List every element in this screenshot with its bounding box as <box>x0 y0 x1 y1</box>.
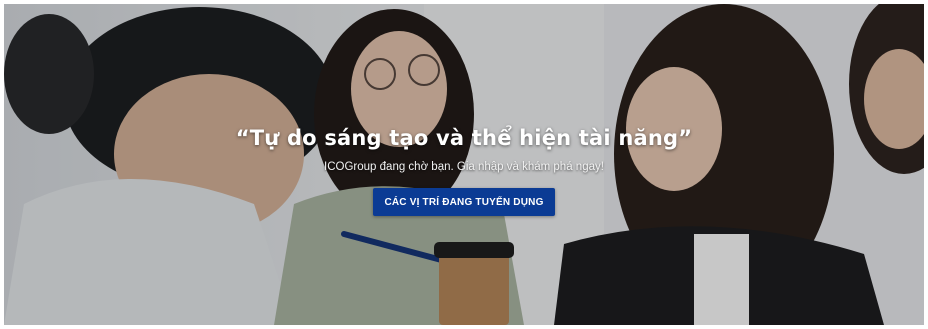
hero-content: “Tự do sáng tạo và thể hiện tài năng” IC… <box>4 126 924 216</box>
hero-title: “Tự do sáng tạo và thể hiện tài năng” <box>235 126 693 150</box>
open-positions-button[interactable]: CÁC VỊ TRÍ ĐANG TUYỂN DỤNG <box>373 188 555 216</box>
hero-banner: “Tự do sáng tạo và thể hiện tài năng” IC… <box>4 4 924 325</box>
hero-subtitle: ICOGroup đang chờ bạn. Gia nhập và khám … <box>324 161 604 173</box>
